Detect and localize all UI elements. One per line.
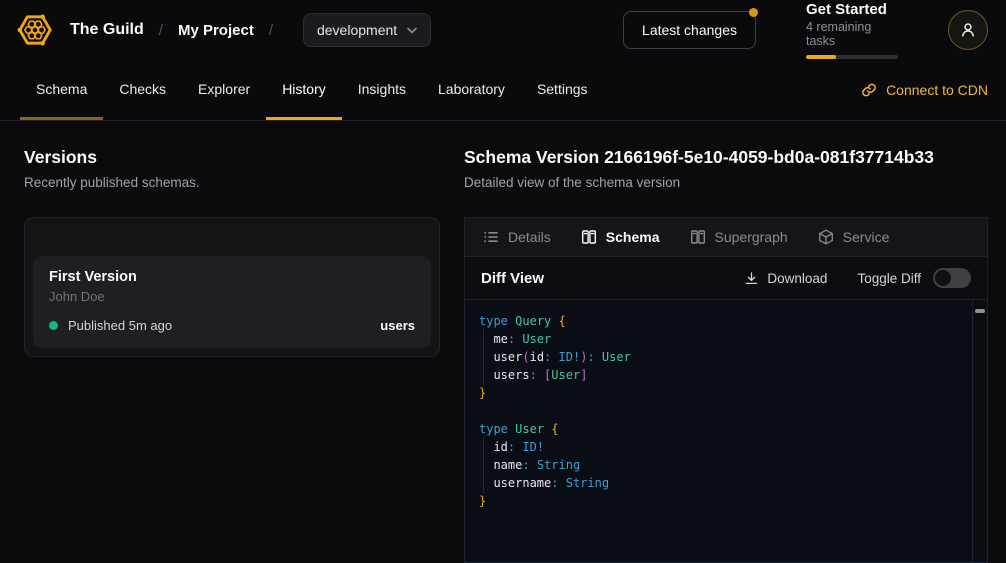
get-started-subtitle: 4 remaining tasks bbox=[806, 20, 898, 48]
get-started-progress-bar bbox=[806, 55, 898, 59]
code-line: user(id: ID!): User bbox=[479, 348, 963, 366]
code-block: type Query { me: User user(id: ID!): Use… bbox=[479, 312, 963, 510]
code-line: } bbox=[479, 384, 963, 402]
connect-to-cdn-link[interactable]: Connect to CDN bbox=[861, 60, 988, 120]
code-line: } bbox=[479, 492, 963, 510]
versions-list-card: First Version John Doe Published 5m ago … bbox=[24, 217, 440, 357]
version-author: John Doe bbox=[49, 289, 415, 304]
code-line: id: ID! bbox=[479, 438, 963, 456]
detail-tab-details[interactable]: Details bbox=[483, 229, 551, 245]
link-icon bbox=[861, 82, 877, 98]
schema-code-viewer[interactable]: type Query { me: User user(id: ID!): Use… bbox=[464, 299, 988, 563]
version-detail-panel: Schema Version 2166196f-5e10-4059-bd0a-0… bbox=[464, 147, 988, 563]
hive-logo-icon[interactable] bbox=[16, 11, 54, 49]
diff-view-title: Diff View bbox=[481, 270, 544, 287]
code-line: type User { bbox=[479, 420, 963, 438]
person-icon bbox=[959, 21, 977, 39]
download-button[interactable]: Download bbox=[744, 271, 827, 286]
breadcrumb-separator: / bbox=[159, 22, 163, 39]
detail-tab-schema[interactable]: Schema bbox=[581, 229, 660, 245]
chevron-down-icon bbox=[407, 27, 417, 34]
code-line bbox=[479, 402, 963, 420]
version-service-badge: users bbox=[380, 318, 415, 333]
detail-tab-label: Service bbox=[843, 229, 890, 245]
code-line: name: String bbox=[479, 456, 963, 474]
schema-version-subtitle: Detailed view of the schema version bbox=[464, 175, 988, 190]
detail-tab-label: Supergraph bbox=[715, 229, 788, 245]
detail-tab-service[interactable]: Service bbox=[818, 229, 890, 245]
toggle-diff-label: Toggle Diff bbox=[857, 271, 921, 286]
detail-tab-supergraph[interactable]: Supergraph bbox=[690, 229, 788, 245]
top-header: The Guild / My Project / development Lat… bbox=[0, 0, 1006, 60]
target-selector-value: development bbox=[317, 22, 397, 38]
get-started-widget[interactable]: Get Started 4 remaining tasks bbox=[806, 1, 898, 59]
org-breadcrumb[interactable]: The Guild bbox=[70, 21, 144, 39]
code-line: username: String bbox=[479, 474, 963, 492]
download-label: Download bbox=[767, 271, 827, 286]
versions-subtitle: Recently published schemas. bbox=[24, 175, 440, 190]
get-started-progress-fill bbox=[806, 55, 836, 59]
versions-panel: Versions Recently published schemas. Fir… bbox=[24, 147, 440, 563]
project-breadcrumb[interactable]: My Project bbox=[178, 22, 254, 39]
tab-explorer[interactable]: Explorer bbox=[182, 60, 266, 120]
get-started-title: Get Started bbox=[806, 1, 898, 18]
tab-laboratory[interactable]: Laboratory bbox=[422, 60, 521, 120]
version-name: First Version bbox=[49, 269, 415, 285]
target-selector-dropdown[interactable]: development bbox=[303, 13, 431, 47]
tab-checks[interactable]: Checks bbox=[103, 60, 182, 120]
diff-view-header: Diff View Download Toggle Diff bbox=[464, 257, 988, 299]
main-content: Versions Recently published schemas. Fir… bbox=[0, 121, 1006, 563]
connect-to-cdn-label: Connect to CDN bbox=[886, 82, 988, 98]
columns-icon bbox=[581, 229, 597, 245]
versions-title: Versions bbox=[24, 147, 440, 168]
code-line: me: User bbox=[479, 330, 963, 348]
cube-icon bbox=[818, 229, 834, 245]
detail-tab-label: Details bbox=[508, 229, 551, 245]
main-nav: Schema Checks Explorer History Insights … bbox=[0, 60, 1006, 121]
vertical-scrollbar[interactable] bbox=[972, 300, 987, 562]
version-status: Published 5m ago bbox=[68, 318, 172, 333]
download-icon bbox=[744, 271, 759, 286]
tab-schema[interactable]: Schema bbox=[20, 60, 103, 120]
list-icon bbox=[483, 229, 499, 245]
latest-changes-button[interactable]: Latest changes bbox=[623, 11, 756, 49]
notification-dot bbox=[749, 8, 758, 17]
schema-version-title: Schema Version 2166196f-5e10-4059-bd0a-0… bbox=[464, 147, 988, 168]
latest-changes-label: Latest changes bbox=[642, 22, 737, 38]
code-line: users: [User] bbox=[479, 366, 963, 384]
version-list-item[interactable]: First Version John Doe Published 5m ago … bbox=[33, 256, 431, 348]
scrollbar-thumb[interactable] bbox=[975, 309, 985, 313]
columns-icon bbox=[690, 229, 706, 245]
tab-insights[interactable]: Insights bbox=[342, 60, 422, 120]
toggle-diff-switch[interactable] bbox=[933, 268, 971, 288]
toggle-knob bbox=[935, 270, 951, 286]
user-avatar-button[interactable] bbox=[948, 10, 988, 50]
published-status-dot bbox=[49, 321, 58, 330]
detail-tab-label: Schema bbox=[606, 229, 660, 245]
detail-tab-bar: Details Schema bbox=[464, 217, 988, 257]
tab-history[interactable]: History bbox=[266, 60, 342, 120]
code-line: type Query { bbox=[479, 312, 963, 330]
breadcrumb-separator: / bbox=[269, 22, 273, 39]
tab-settings[interactable]: Settings bbox=[521, 60, 604, 120]
